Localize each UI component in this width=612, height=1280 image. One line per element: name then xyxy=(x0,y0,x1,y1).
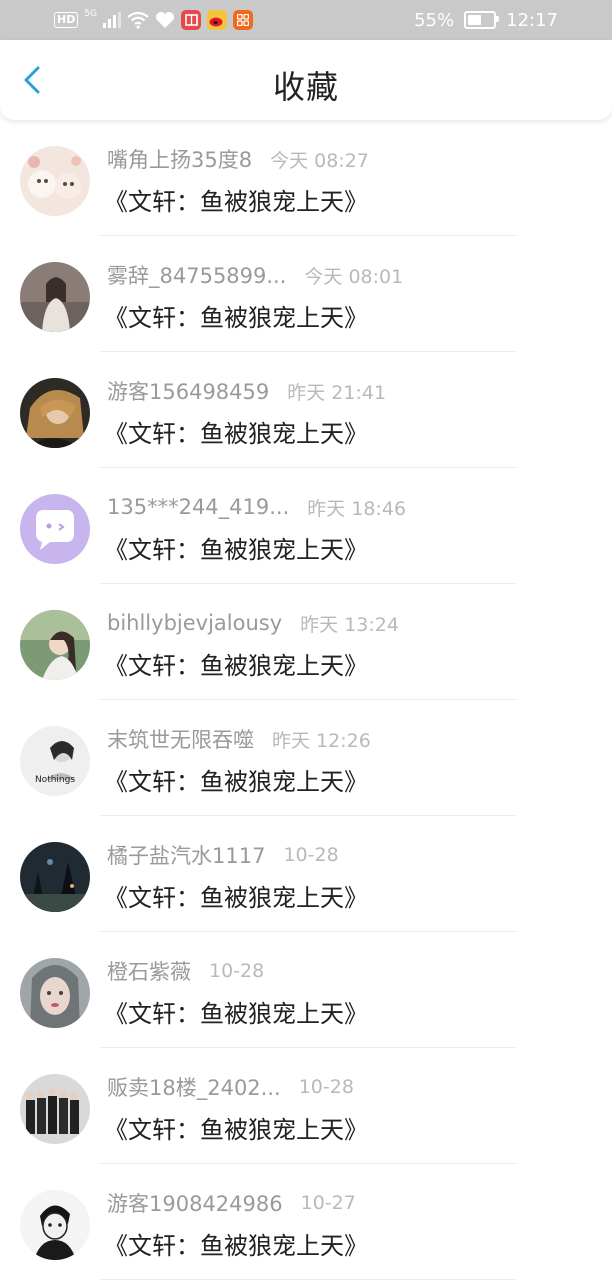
avatar-text: Nothings xyxy=(35,775,75,785)
status-bar: HD 5G 55% 12:17 xyxy=(0,0,612,40)
signal-icon xyxy=(103,12,122,28)
item-meta: 嘴角上扬35度8 今天 08:27 xyxy=(107,144,369,174)
book-title[interactable]: 《文轩：鱼被狼宠上天》 xyxy=(104,1110,368,1145)
battery-level xyxy=(468,15,482,25)
username[interactable]: 游客156498459 xyxy=(107,376,269,406)
book-title[interactable]: 《文轩：鱼被狼宠上天》 xyxy=(104,414,368,449)
book-title[interactable]: 《文轩：鱼被狼宠上天》 xyxy=(104,182,368,217)
battery-percent: 55% xyxy=(414,9,455,31)
avatar[interactable]: Nothings xyxy=(20,726,90,796)
timestamp: 今天 08:27 xyxy=(270,149,369,172)
list-item[interactable]: Nothings 末筑世无限吞噬 昨天 12:26 《文轩：鱼被狼宠上天》 xyxy=(0,700,612,816)
avatar[interactable] xyxy=(20,262,90,332)
username[interactable]: 橙石紫薇 xyxy=(107,956,191,986)
book-app-icon xyxy=(181,10,202,30)
battery-icon xyxy=(464,11,500,29)
list-item[interactable]: 贩卖18楼_2402... 10-28 《文轩：鱼被狼宠上天》 xyxy=(0,1048,612,1164)
list-item[interactable]: 嘴角上扬35度8 今天 08:27 《文轩：鱼被狼宠上天》 xyxy=(0,120,612,236)
book-title[interactable]: 《文轩：鱼被狼宠上天》 xyxy=(104,762,368,797)
list-item[interactable]: 游客156498459 昨天 21:41 《文轩：鱼被狼宠上天》 xyxy=(0,352,612,468)
book-title[interactable]: 《文轩：鱼被狼宠上天》 xyxy=(104,878,368,913)
item-meta: 橘子盐汽水1117 10-28 xyxy=(107,840,339,870)
header: 收藏 xyxy=(0,40,612,120)
username[interactable]: 135***244_419... xyxy=(107,495,289,519)
status-icons-right: 55% 12:17 xyxy=(414,8,558,32)
book-title[interactable]: 《文轩：鱼被狼宠上天》 xyxy=(104,298,368,333)
list-item[interactable]: 雾辞_84755899... 今天 08:01 《文轩：鱼被狼宠上天》 xyxy=(0,236,612,352)
username[interactable]: bihllybjevjalousy xyxy=(107,611,282,635)
wifi-icon xyxy=(127,11,149,29)
timestamp: 昨天 21:41 xyxy=(287,381,387,404)
timestamp: 10-28 xyxy=(209,960,265,982)
avatar[interactable] xyxy=(20,146,90,216)
weibo-icon xyxy=(207,10,228,30)
list-item[interactable]: 橘子盐汽水1117 10-28 《文轩：鱼被狼宠上天》 xyxy=(0,816,612,932)
item-meta: 雾辞_84755899... 今天 08:01 xyxy=(107,260,403,290)
book-title[interactable]: 《文轩：鱼被狼宠上天》 xyxy=(104,530,368,565)
avatar[interactable] xyxy=(20,610,90,680)
username[interactable]: 嘴角上扬35度8 xyxy=(107,144,252,174)
book-title[interactable]: 《文轩：鱼被狼宠上天》 xyxy=(104,646,368,681)
item-meta: 游客1908424986 10-27 xyxy=(107,1188,356,1218)
avatar[interactable] xyxy=(20,1074,90,1144)
book-title[interactable]: 《文轩：鱼被狼宠上天》 xyxy=(104,994,368,1029)
item-meta: 游客156498459 昨天 21:41 xyxy=(107,376,386,406)
timestamp: 昨天 13:24 xyxy=(300,613,399,636)
timestamp: 昨天 18:46 xyxy=(307,497,407,520)
timestamp: 10-27 xyxy=(300,1192,356,1214)
page-title: 收藏 xyxy=(272,68,339,106)
timestamp: 10-28 xyxy=(283,844,339,866)
item-meta: 橙石紫薇 10-28 xyxy=(107,956,264,986)
list-item[interactable]: 135***244_419... 昨天 18:46 《文轩：鱼被狼宠上天》 xyxy=(0,468,612,584)
avatar[interactable] xyxy=(20,958,90,1028)
timestamp: 10-28 xyxy=(298,1076,354,1098)
list-item[interactable]: bihllybjevjalousy 昨天 13:24 《文轩：鱼被狼宠上天》 xyxy=(0,584,612,700)
list-item[interactable]: 游客1908424986 10-27 《文轩：鱼被狼宠上天》 xyxy=(0,1164,612,1280)
clock: 12:17 xyxy=(506,9,558,31)
username[interactable]: 游客1908424986 xyxy=(107,1188,283,1218)
timestamp: 昨天 12:26 xyxy=(272,729,371,752)
status-icons-left: HD 5G xyxy=(54,8,254,32)
item-meta: 末筑世无限吞噬 昨天 12:26 xyxy=(107,724,371,754)
list-item[interactable]: 橙石紫薇 10-28 《文轩：鱼被狼宠上天》 xyxy=(0,932,612,1048)
avatar[interactable] xyxy=(20,494,90,564)
item-meta: bihllybjevjalousy 昨天 13:24 xyxy=(107,608,399,638)
avatar[interactable] xyxy=(20,1190,90,1260)
heart-icon xyxy=(156,12,175,28)
avatar[interactable] xyxy=(20,378,90,448)
item-meta: 贩卖18楼_2402... 10-28 xyxy=(107,1072,354,1102)
username[interactable]: 雾辞_84755899... xyxy=(107,260,286,290)
username[interactable]: 橘子盐汽水1117 xyxy=(107,840,265,870)
network-type: 5G xyxy=(84,9,98,19)
hd-indicator: HD xyxy=(54,12,79,28)
favorites-list: 嘴角上扬35度8 今天 08:27 《文轩：鱼被狼宠上天》 雾辞_8475589… xyxy=(0,120,612,1280)
username[interactable]: 末筑世无限吞噬 xyxy=(107,724,254,754)
app-grid-icon xyxy=(233,10,254,30)
book-title[interactable]: 《文轩：鱼被狼宠上天》 xyxy=(104,1226,368,1261)
item-meta: 135***244_419... 昨天 18:46 xyxy=(107,492,406,522)
avatar[interactable] xyxy=(20,842,90,912)
timestamp: 今天 08:01 xyxy=(304,265,404,288)
username[interactable]: 贩卖18楼_2402... xyxy=(107,1072,281,1102)
